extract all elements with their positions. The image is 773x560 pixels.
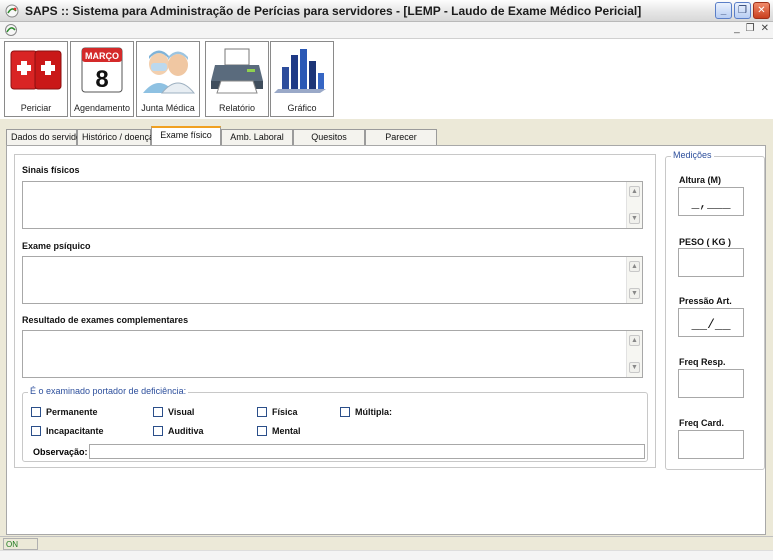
pressao-label: Pressão Art.	[679, 296, 732, 306]
exame-group: Sinais físicos ▲ ▼ Exame psíquico ▲ ▼ Re…	[14, 154, 656, 468]
scroll-up-icon[interactable]: ▲	[629, 335, 640, 346]
medicoes-fieldset: Medições Altura (M) _,___ PESO ( KG ) Pr…	[665, 150, 765, 470]
resultado-exames-label: Resultado de exames complementares	[22, 315, 189, 325]
relatorio-label: Relatório	[218, 103, 256, 113]
calendar-day: 8	[95, 66, 108, 93]
close-button[interactable]: ✕	[753, 2, 770, 19]
restore-button[interactable]: ❐	[734, 2, 751, 19]
calendar-icon: MARÇO 8	[81, 47, 123, 93]
resultado-scrollbar[interactable]: ▲ ▼	[626, 331, 642, 377]
altura-input[interactable]: _,___	[678, 187, 744, 216]
agendamento-label: Agendamento	[73, 103, 131, 113]
relatorio-button[interactable]: Relatório	[205, 41, 269, 117]
sinais-fisicos-textarea[interactable]: ▲ ▼	[22, 181, 643, 229]
periciar-button[interactable]: Periciar	[4, 41, 68, 117]
mdi-minimize-icon[interactable]: _	[734, 23, 740, 34]
minimize-icon: _	[720, 5, 727, 16]
doctors-icon	[143, 50, 196, 94]
tab-amb-laboral[interactable]: Amb. Laboral	[221, 129, 293, 145]
auditiva-checkbox-box[interactable]	[153, 426, 163, 436]
incapacitante-label: Incapacitante	[46, 426, 104, 436]
peso-input[interactable]	[678, 248, 744, 277]
permanente-checkbox[interactable]: Permanente	[31, 407, 98, 417]
agendamento-button[interactable]: MARÇO 8 Agendamento	[70, 41, 134, 117]
mental-checkbox-box[interactable]	[257, 426, 267, 436]
mdi-restore-icon[interactable]: ❐	[746, 23, 755, 34]
mental-label: Mental	[272, 426, 301, 436]
periciar-label: Periciar	[20, 103, 52, 113]
tab-dados-servidor[interactable]: Dados do servidor	[6, 129, 84, 145]
auditiva-label: Auditiva	[168, 426, 204, 436]
sinais-scrollbar[interactable]: ▲ ▼	[626, 182, 642, 228]
deficiencia-fieldset: É o examinado portador de deficiência: P…	[22, 386, 648, 462]
mdi-controls: _ ❐ ✕	[734, 23, 769, 34]
sinais-fisicos-label: Sinais físicos	[22, 165, 80, 175]
freq-resp-label: Freq Resp.	[679, 357, 726, 367]
incapacitante-checkbox[interactable]: Incapacitante	[31, 426, 104, 436]
fisica-label: Física	[272, 407, 298, 417]
tab-exame-fisico[interactable]: Exame físico	[151, 126, 221, 146]
scroll-up-icon[interactable]: ▲	[629, 261, 640, 272]
fisica-checkbox[interactable]: Física	[257, 407, 298, 417]
permanente-checkbox-box[interactable]	[31, 407, 41, 417]
multipla-checkbox-box[interactable]	[340, 407, 350, 417]
freq-card-label: Freq Card.	[679, 418, 725, 428]
window-title: SAPS :: Sistema para Administração de Pe…	[25, 3, 642, 18]
tab-strip: Dados do servidor Histórico / doença Exa…	[6, 126, 437, 146]
multipla-checkbox[interactable]: Múltipla:	[340, 407, 392, 417]
exame-psiquico-textarea[interactable]: ▲ ▼	[22, 256, 643, 304]
scroll-down-icon[interactable]: ▼	[629, 213, 640, 224]
mdi-close-icon[interactable]: ✕	[761, 23, 769, 34]
first-aid-icon	[10, 50, 62, 90]
resultado-exames-textarea[interactable]: ▲ ▼	[22, 330, 643, 378]
toolbar: Periciar MARÇO 8 Agendamento Junta Médic…	[0, 39, 773, 119]
grafico-label: Gráfico	[287, 103, 317, 113]
multipla-label: Múltipla:	[355, 407, 392, 417]
observacao-label: Observação:	[33, 447, 88, 457]
freq-resp-input[interactable]	[678, 369, 744, 398]
tab-historico-doenca[interactable]: Histórico / doença	[77, 129, 154, 145]
visual-checkbox-box[interactable]	[153, 407, 163, 417]
observacao-input[interactable]	[89, 444, 645, 459]
mental-checkbox[interactable]: Mental	[257, 426, 301, 436]
altura-label: Altura (M)	[679, 175, 721, 185]
status-bar: ON LINE	[0, 536, 773, 560]
window-controls: _ ❐ ✕	[715, 2, 770, 19]
medicoes-legend: Medições	[671, 150, 714, 160]
junta-medica-button[interactable]: Junta Médica	[136, 41, 200, 117]
document-app-icon[interactable]	[4, 23, 18, 37]
incapacitante-checkbox-box[interactable]	[31, 426, 41, 436]
deficiencia-legend: É o examinado portador de deficiência:	[28, 386, 189, 396]
freq-card-input[interactable]	[678, 430, 744, 459]
fisica-checkbox-box[interactable]	[257, 407, 267, 417]
tab-quesitos[interactable]: Quesitos	[293, 129, 365, 145]
menu-bar: _ ❐ ✕	[0, 22, 773, 39]
scroll-up-icon[interactable]: ▲	[629, 186, 640, 197]
visual-checkbox[interactable]: Visual	[153, 407, 194, 417]
permanente-label: Permanente	[46, 407, 98, 417]
calendar-month: MARÇO	[85, 51, 119, 61]
bar-chart-icon	[274, 49, 326, 93]
grafico-button[interactable]: Gráfico	[270, 41, 334, 117]
junta-medica-label: Junta Médica	[141, 103, 195, 113]
peso-label: PESO ( KG )	[679, 237, 732, 247]
minimize-button[interactable]: _	[715, 2, 732, 19]
window-bottom-edge	[0, 550, 773, 560]
psiquico-scrollbar[interactable]: ▲ ▼	[626, 257, 642, 303]
tab-parecer[interactable]: Parecer	[365, 129, 437, 145]
app-icon	[4, 3, 20, 19]
close-icon: ✕	[757, 5, 766, 16]
title-bar: SAPS :: Sistema para Administração de Pe…	[0, 0, 773, 22]
exame-psiquico-label: Exame psíquico	[22, 241, 91, 251]
connection-status: ON LINE	[3, 538, 38, 560]
scroll-down-icon[interactable]: ▼	[629, 288, 640, 299]
auditiva-checkbox[interactable]: Auditiva	[153, 426, 204, 436]
printer-icon	[211, 48, 263, 94]
visual-label: Visual	[168, 407, 195, 417]
restore-icon: ❐	[738, 5, 747, 16]
scroll-down-icon[interactable]: ▼	[629, 362, 640, 373]
pressao-input[interactable]: __/__	[678, 308, 744, 337]
